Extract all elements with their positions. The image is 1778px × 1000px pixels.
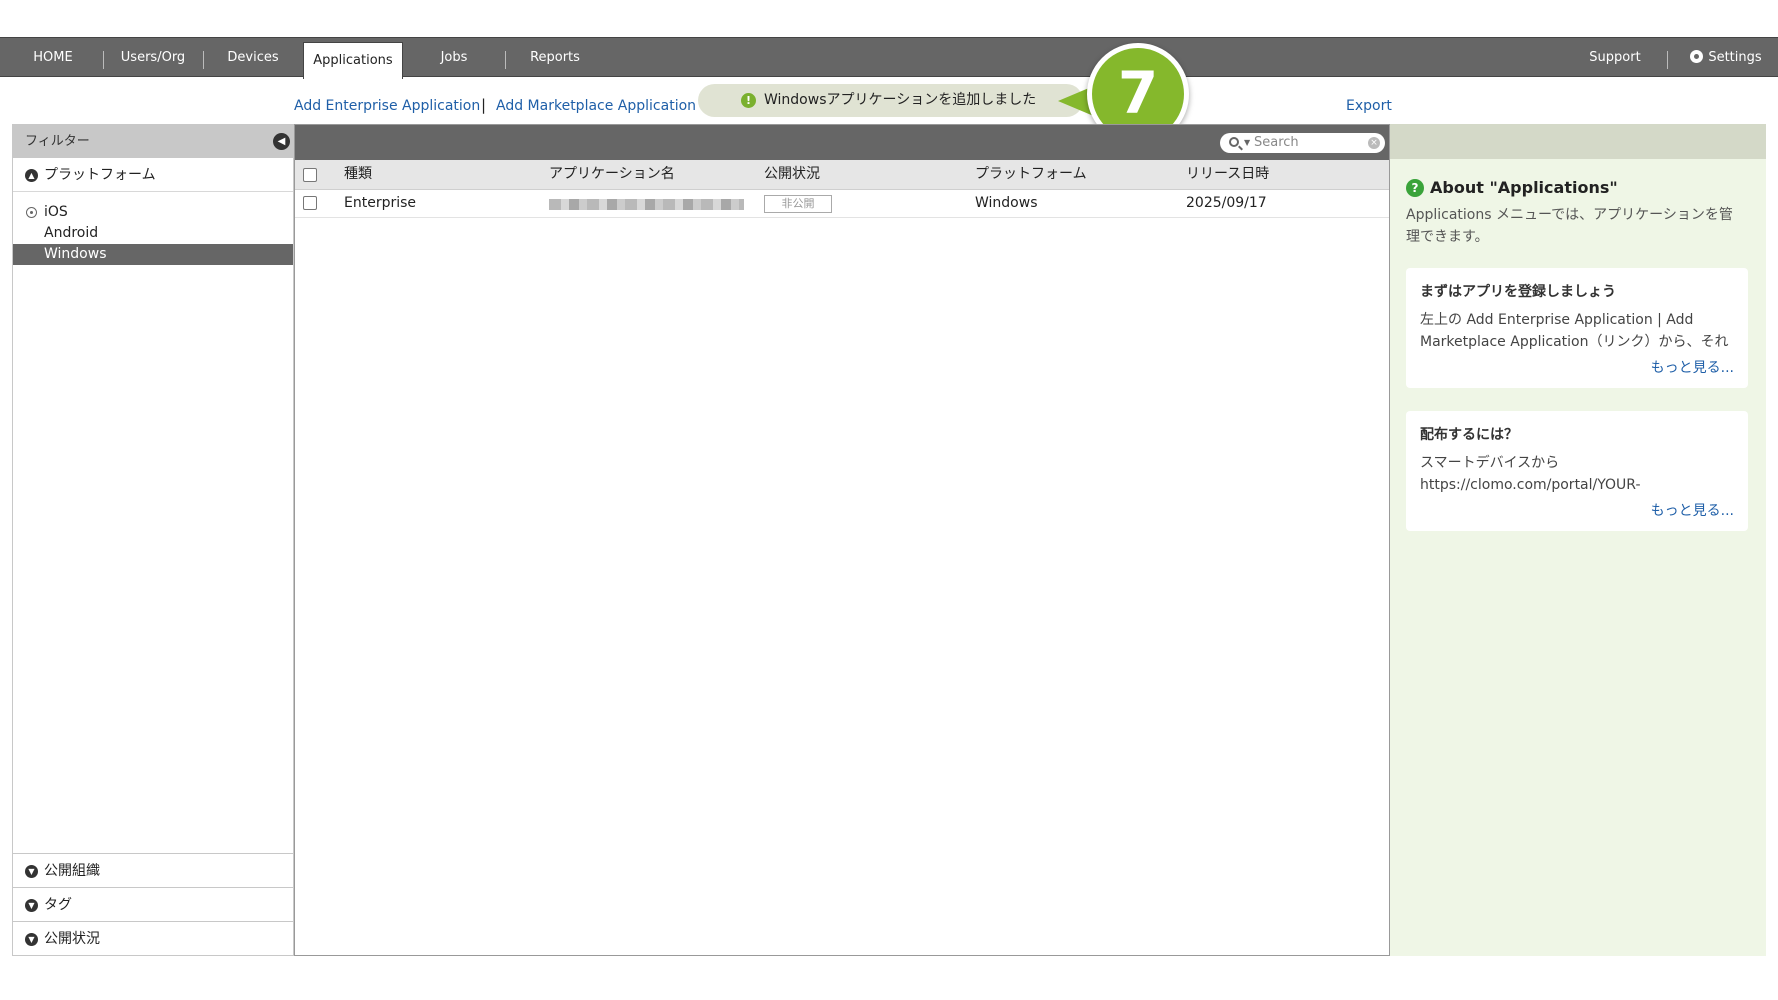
caret-down-icon: ▼ [1244,138,1251,147]
column-header-name[interactable]: アプリケーション名 [549,160,675,189]
help-card-body: 左上の Add Enterprise Application | Add Mar… [1420,312,1729,350]
filter-section-label: 公開組織 [44,863,100,879]
filter-bottom-sections: ▼ 公開組織 ▼ タグ ▼ 公開状況 [13,853,293,955]
platform-item-windows[interactable]: Windows [13,244,293,265]
nav-users-org[interactable]: Users/Org [113,38,193,77]
help-card-title: まずはアプリを登録しましょう [1420,284,1616,300]
nav-applications[interactable]: Applications [303,42,403,79]
action-separator: | [481,96,487,114]
platform-item-ios[interactable]: iOS [13,202,293,223]
filter-section-label: タグ [44,897,72,913]
help-topbar [1390,124,1766,159]
nav-support[interactable]: Support [1580,38,1650,77]
help-panel: ? About "Applications" Applications メニューで… [1390,124,1766,956]
help-card: まずはアプリを登録しましょう 左上の Add Enterprise Applic… [1406,268,1748,388]
platform-label: Android [44,225,99,241]
platform-label: iOS [44,204,68,220]
nav-separator [505,51,506,69]
column-header-platform[interactable]: プラットフォーム [975,160,1087,189]
table-row[interactable]: Enterprise 非公開 Windows 2025/09/17 [295,190,1389,218]
row-checkbox[interactable] [303,196,317,210]
filter-section-organization[interactable]: ▼ 公開組織 [13,853,293,887]
filter-header: フィルター ◀ [13,125,293,158]
nav-jobs[interactable]: Jobs [423,38,485,77]
all-radio-icon [26,207,37,218]
table-header: 種類 アプリケーション名 公開状況 プラットフォーム リリース日時 [295,160,1389,190]
help-description: Applications メニューでは、アプリケーションを管理できます。 [1406,207,1733,245]
clear-icon[interactable]: × [1368,137,1380,149]
chevron-down-icon: ▼ [25,899,38,912]
nav-reports[interactable]: Reports [520,38,590,77]
gear-icon [1690,50,1704,63]
filter-title: フィルター [25,134,90,149]
search-input[interactable]: ▼ Search × [1220,133,1385,153]
table-toolbar: ▼ Search × [295,125,1389,160]
filter-panel: フィルター ◀ ▲ プラットフォーム iOS Android Windows ▼… [12,124,294,956]
search-icon [1229,137,1239,147]
success-toast: ! Windowsアプリケーションを追加しました [698,84,1083,117]
filter-section-platform[interactable]: ▲ プラットフォーム [13,158,293,192]
cell-platform: Windows [975,195,1038,211]
platform-item-android[interactable]: Android [13,223,293,244]
select-all-checkbox[interactable] [303,168,317,182]
alert-icon: ! [741,93,756,108]
applications-table-panel: ▼ Search × 種類 アプリケーション名 公開状況 プラットフォーム リリ… [294,124,1390,956]
filter-section-tag[interactable]: ▼ タグ [13,887,293,921]
search-placeholder: Search [1254,135,1299,150]
filter-section-status[interactable]: ▼ 公開状況 [13,921,293,955]
platform-list: iOS Android Windows [13,192,293,265]
cell-type: Enterprise [344,195,417,211]
status-badge: 非公開 [764,195,832,213]
show-more-link[interactable]: もっと見る... [1420,500,1734,520]
nav-separator [103,51,104,69]
cell-name-redacted[interactable] [549,199,744,210]
export-link[interactable]: Export [1346,98,1392,114]
nav-separator [1667,51,1668,69]
collapse-left-icon[interactable]: ◀ [273,133,290,150]
add-enterprise-application-link[interactable]: Add Enterprise Application [294,98,480,114]
filter-section-label: プラットフォーム [44,167,156,183]
column-header-release-date[interactable]: リリース日時 [1186,160,1269,189]
filter-section-label: 公開状況 [44,931,100,947]
help-title-text: About "Applications" [1430,178,1618,197]
show-more-link[interactable]: もっと見る... [1420,357,1734,377]
help-title: ? About "Applications" [1406,178,1618,197]
help-card-title: 配布するには？ [1420,427,1518,443]
nav-settings-label: Settings [1708,50,1762,65]
add-marketplace-application-link[interactable]: Add Marketplace Application [496,98,696,114]
help-question-icon: ? [1406,179,1424,197]
nav-settings[interactable]: Settings [1680,38,1772,77]
nav-devices[interactable]: Devices [213,38,293,77]
nav-separator [203,51,204,69]
help-card: 配布するには？ スマートデバイスから https://clomo.com/por… [1406,411,1748,531]
column-header-status[interactable]: 公開状況 [764,160,820,189]
chevron-down-icon: ▼ [25,865,38,878]
chevron-up-icon: ▲ [25,169,38,182]
platform-label: Windows [44,246,107,262]
top-navbar: HOME Users/Org Devices Applications Jobs… [0,37,1778,79]
help-card-body: スマートデバイスから https://clomo.com/portal/YOUR… [1420,455,1641,493]
nav-home[interactable]: HOME [18,38,88,77]
chevron-down-icon: ▼ [25,933,38,946]
toast-message: Windowsアプリケーションを追加しました [764,92,1037,108]
column-header-type[interactable]: 種類 [344,160,372,189]
cell-release-date: 2025/09/17 [1186,195,1267,211]
